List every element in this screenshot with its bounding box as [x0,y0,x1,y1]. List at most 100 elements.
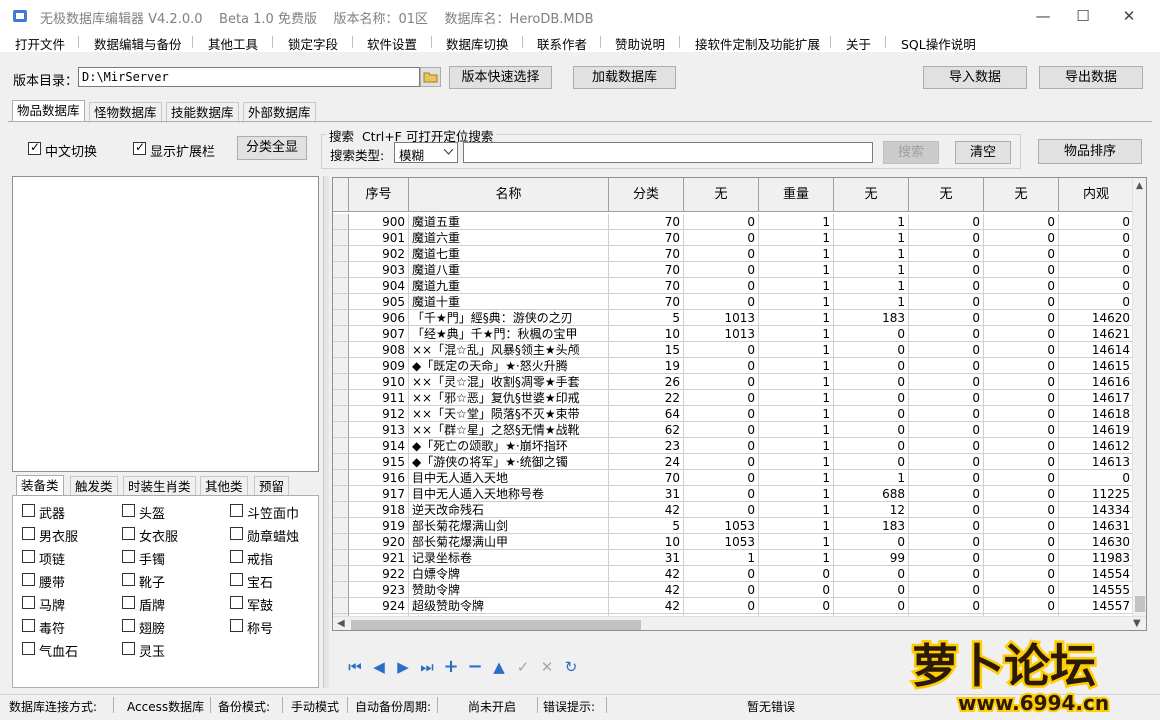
table-row[interactable]: 919 部长菊花爆满山剑 5 1053 1 183 0 0 14631 [333,518,1146,534]
last-record-icon[interactable]: ⏭ [418,658,436,676]
row-indicator[interactable] [333,438,349,454]
table-row[interactable]: 910 ××「灵☆混」收割§凋零★手套 26 0 1 0 0 0 14616 [333,374,1146,390]
table-row[interactable]: 921 记录坐标卷 31 1 1 99 0 0 11983 [333,550,1146,566]
h-scroll-thumb[interactable] [351,620,641,630]
table-cell[interactable]: 1 [834,230,909,246]
table-cell[interactable]: 0 [684,470,759,486]
table-cell[interactable]: 0 [984,470,1059,486]
table-cell[interactable]: 1 [834,262,909,278]
table-cell[interactable]: 1013 [684,326,759,342]
table-cell[interactable]: ◆「游侠の将军」★·统御之镯 [409,454,609,470]
table-cell[interactable]: 1 [759,374,834,390]
table-cell[interactable]: 1 [759,518,834,534]
table-cell[interactable]: 0 [984,262,1059,278]
row-indicator[interactable] [333,294,349,310]
table-cell[interactable]: 0 [684,502,759,518]
table-cell[interactable]: 「千★門」經§典：游侠の之刃 [409,310,609,326]
grid-header-none-1[interactable]: 无 [684,178,759,212]
category-checkbox[interactable] [122,642,135,655]
table-cell[interactable]: 1 [834,470,909,486]
table-cell[interactable]: ××「群☆星」之怒§无情★战靴 [409,422,609,438]
table-cell[interactable]: 14334 [1059,502,1134,518]
table-cell[interactable]: 910 [349,374,409,390]
table-cell[interactable]: 0 [684,294,759,310]
table-cell[interactable]: 1 [759,438,834,454]
table-cell[interactable]: 915 [349,454,409,470]
table-cell[interactable]: 42 [609,582,684,598]
category-checkbox[interactable] [230,504,243,517]
table-cell[interactable]: 906 [349,310,409,326]
table-cell[interactable]: 0 [1059,294,1134,310]
table-cell[interactable]: 70 [609,246,684,262]
table-cell[interactable]: 0 [684,406,759,422]
table-cell[interactable]: 0 [759,598,834,614]
table-cell[interactable]: 1 [759,214,834,230]
table-cell[interactable]: 905 [349,294,409,310]
table-cell[interactable]: 70 [609,470,684,486]
table-cell[interactable]: 1 [759,278,834,294]
items-grid[interactable]: 序号 名称 分类 无 重量 无 无 无 内观 900 魔道五重 70 0 1 1 0 0 0 90… [332,177,1147,631]
table-cell[interactable]: 14614 [1059,342,1134,358]
table-cell[interactable]: 0 [984,454,1059,470]
table-row[interactable]: 909 ◆「既定の天命」★·怒火升腾 19 0 1 0 0 0 14615 [333,358,1146,374]
table-cell[interactable]: 0 [909,390,984,406]
maximize-button[interactable]: ☐ [1060,0,1106,32]
table-cell[interactable]: 0 [984,278,1059,294]
splitter[interactable] [323,176,329,688]
table-cell[interactable]: 1 [759,550,834,566]
table-cell[interactable]: 909 [349,358,409,374]
category-checkbox[interactable] [122,550,135,563]
table-cell[interactable]: 913 [349,422,409,438]
row-indicator[interactable] [333,534,349,550]
table-cell[interactable]: 70 [609,278,684,294]
table-cell[interactable]: 10 [609,326,684,342]
table-cell[interactable]: 魔道九重 [409,278,609,294]
table-cell[interactable]: 0 [909,342,984,358]
table-row[interactable]: 906 「千★門」經§典：游侠の之刃 5 1013 1 183 0 0 14620 [333,310,1146,326]
table-cell[interactable]: 1 [759,534,834,550]
table-cell[interactable]: 688 [834,486,909,502]
category-checkbox[interactable] [230,527,243,540]
category-checkbox[interactable] [230,550,243,563]
cat-tab-equipment[interactable]: 装备类 [16,475,64,496]
table-row[interactable]: 911 ××「邪☆恶」复仇§世婆★印戒 22 0 1 0 0 0 14617 [333,390,1146,406]
table-cell[interactable]: 0 [984,566,1059,582]
table-cell[interactable]: 42 [609,566,684,582]
table-cell[interactable]: 0 [834,326,909,342]
grid-header-none-4[interactable]: 无 [984,178,1059,212]
show-all-categories-button[interactable]: 分类全显 [237,136,307,160]
table-cell[interactable]: 0 [1059,214,1134,230]
table-cell[interactable]: 1 [759,310,834,326]
category-checkbox[interactable] [122,504,135,517]
table-cell[interactable]: ××「天☆堂」陨落§不灭★束带 [409,406,609,422]
table-cell[interactable]: 919 [349,518,409,534]
search-type-select[interactable]: 模糊 [394,142,458,163]
cat-tab-fashion-zodiac[interactable]: 时装生肖类 [123,476,196,497]
table-row[interactable]: 918 逆天改命残石 42 0 1 12 0 0 14334 [333,502,1146,518]
table-cell[interactable]: 914 [349,438,409,454]
table-cell[interactable]: 0 [909,406,984,422]
table-cell[interactable]: 0 [909,326,984,342]
category-checkbox[interactable] [22,642,35,655]
table-cell[interactable]: 70 [609,214,684,230]
table-cell[interactable]: 0 [684,358,759,374]
post-record-icon[interactable]: ✓ [514,658,532,676]
row-indicator[interactable] [333,390,349,406]
table-cell[interactable]: 魔道六重 [409,230,609,246]
menu-sql-help[interactable]: SQL操作说明 [901,34,976,53]
table-cell[interactable]: 904 [349,278,409,294]
table-row[interactable]: 900 魔道五重 70 0 1 1 0 0 0 [333,214,1146,230]
category-checkbox[interactable] [122,619,135,632]
refresh-icon[interactable]: ↻ [562,658,580,676]
table-cell[interactable]: 0 [984,486,1059,502]
table-cell[interactable]: 魔道五重 [409,214,609,230]
menu-settings[interactable]: 软件设置 [367,34,417,53]
menu-sponsor[interactable]: 赞助说明 [615,34,665,53]
table-cell[interactable]: 0 [909,438,984,454]
category-checkbox[interactable] [22,619,35,632]
table-row[interactable]: 916 目中无人遁入天地 70 0 1 1 0 0 0 [333,470,1146,486]
table-cell[interactable]: 逆天改命残石 [409,502,609,518]
table-cell[interactable]: 0 [984,310,1059,326]
table-cell[interactable]: 911 [349,390,409,406]
row-indicator[interactable] [333,422,349,438]
